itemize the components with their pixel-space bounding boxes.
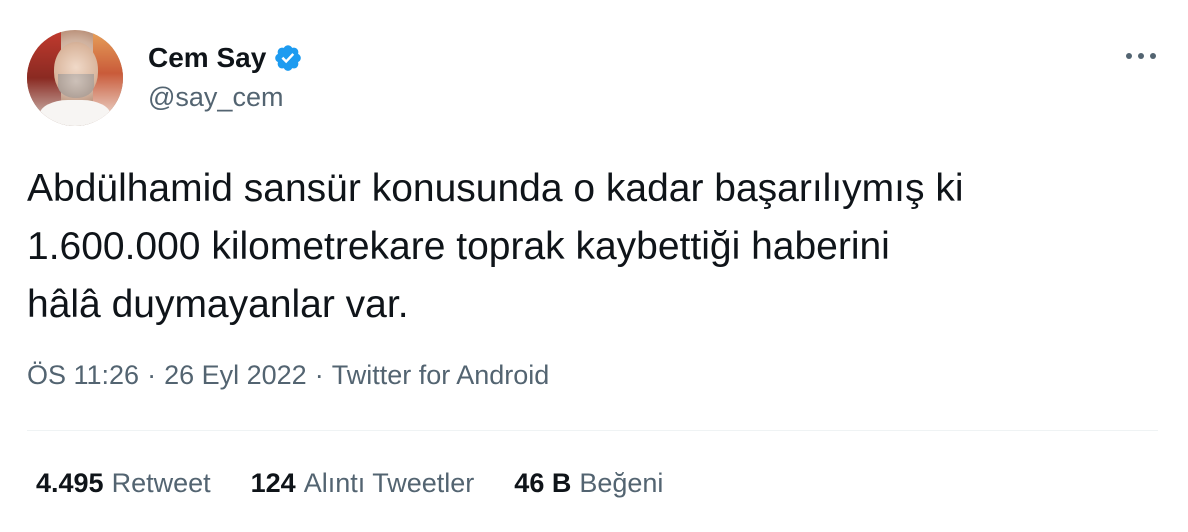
dot <box>1138 53 1144 59</box>
more-horizontal-icon[interactable] <box>1126 46 1156 66</box>
avatar-shirt <box>39 100 111 126</box>
quote-count-link[interactable]: 124 Alıntı Tweetler <box>251 468 475 499</box>
quote-label: Alıntı Tweetler <box>303 468 475 498</box>
tweet-meta: ÖS 11:26 · 26 Eyl 2022 · Twitter for And… <box>27 360 549 391</box>
tweet-date[interactable]: 26 Eyl 2022 <box>164 360 307 391</box>
tweet-stats: 4.495 Retweet 124 Alıntı Tweetler 46 B B… <box>36 468 663 499</box>
quote-count: 124 <box>250 468 296 498</box>
avatar-beard <box>58 74 94 98</box>
retweet-count: 4.495 <box>36 468 104 498</box>
like-count: 46 B <box>514 468 572 498</box>
retweet-count-link[interactable]: 4.495 Retweet <box>36 468 211 499</box>
tweet-card: Cem Say @say_cem Abdülhamid sansür konus… <box>0 0 1188 532</box>
like-label: Beğeni <box>579 468 664 498</box>
display-name[interactable]: Cem Say <box>148 42 266 74</box>
author-name-row[interactable]: Cem Say <box>148 40 303 76</box>
retweet-label: Retweet <box>111 468 211 498</box>
dot <box>1126 53 1132 59</box>
tweet-time[interactable]: ÖS 11:26 <box>27 360 139 391</box>
tweet-source[interactable]: Twitter for Android <box>332 360 550 391</box>
avatar[interactable] <box>27 30 123 126</box>
divider <box>27 430 1158 431</box>
author-handle[interactable]: @say_cem <box>148 82 283 113</box>
separator: · <box>314 360 324 390</box>
dot <box>1150 53 1156 59</box>
verified-badge-icon <box>275 45 302 71</box>
tweet-text: Abdülhamid sansür konusunda o kadar başa… <box>27 167 964 326</box>
separator: · <box>147 360 157 390</box>
like-count-link[interactable]: 46 B Beğeni <box>514 468 663 499</box>
